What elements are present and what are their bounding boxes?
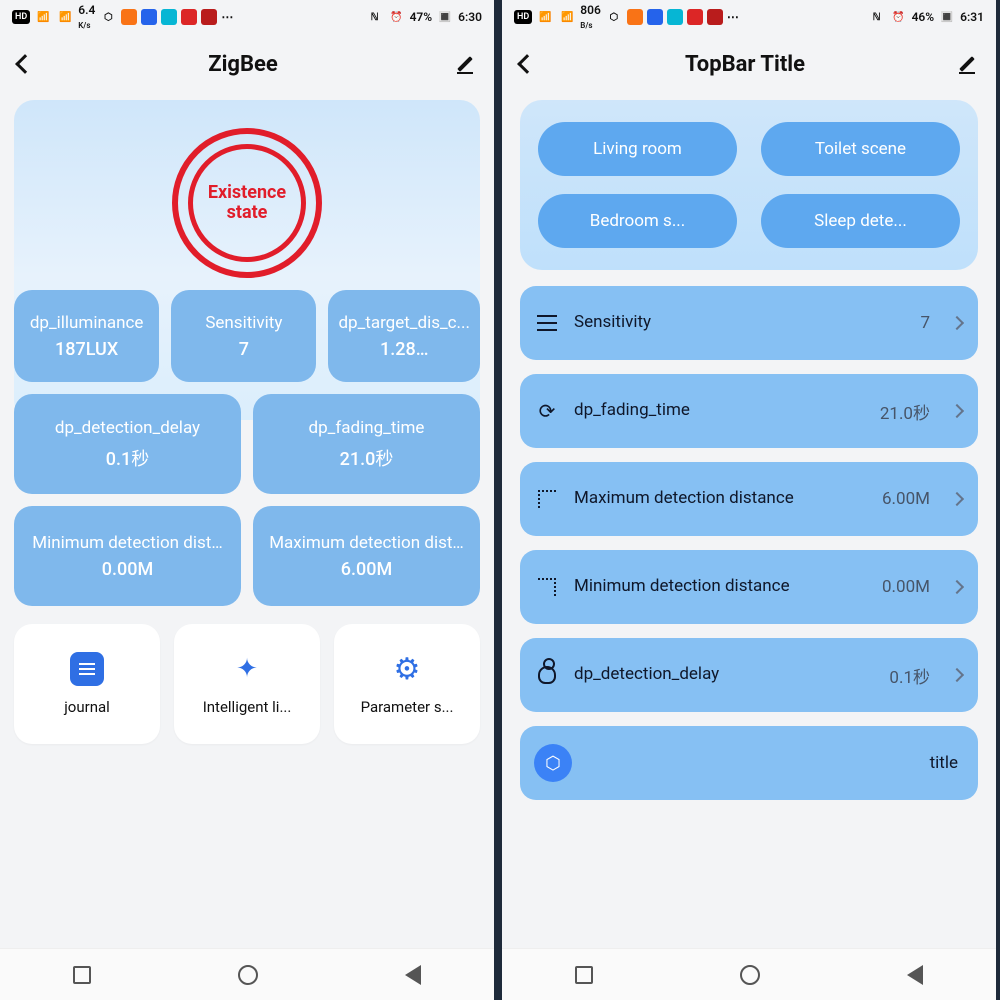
net-rate: 806B/s — [580, 3, 601, 31]
row-detection-delay[interactable]: dp_detection_delay 0.1秒 — [520, 638, 978, 712]
hex-icon: ⬡ — [605, 8, 623, 26]
scene-sleep-detect[interactable]: Sleep dete... — [761, 194, 960, 248]
tile-target-distance[interactable]: dp_target_dis_c... 1.28… — [328, 290, 480, 382]
app-icon-4 — [181, 9, 197, 25]
topbar: ZigBee — [0, 34, 494, 94]
nav-back[interactable] — [907, 965, 923, 985]
scene-card: Living room Toilet scene Bedroom s... Sl… — [520, 100, 978, 270]
refresh-icon: ⟳ — [534, 398, 560, 424]
nav-back[interactable] — [405, 965, 421, 985]
row-sensitivity[interactable]: Sensitivity 7 — [520, 286, 978, 360]
row-fading-time[interactable]: ⟳ dp_fading_time 21.0秒 — [520, 374, 978, 448]
row-min-distance[interactable]: Minimum detection distance 0.00M — [520, 550, 978, 624]
chevron-right-icon — [950, 580, 964, 594]
page-title: TopBar Title — [534, 52, 956, 77]
status-bar: HD 📶 📶 6.4K/s ⬡ ⋯ ℕ ⏰ 47% 🔳 6:30 — [0, 0, 494, 34]
tile-sensitivity[interactable]: Sensitivity 7 — [171, 290, 316, 382]
chevron-right-icon — [950, 668, 964, 682]
android-nav — [0, 948, 494, 1000]
sliders-icon — [534, 310, 560, 336]
app-icon-2 — [141, 9, 157, 25]
app-icon-2 — [647, 9, 663, 25]
tile-max-distance[interactable]: Maximum detection dist… 6.00M — [253, 506, 480, 606]
net-rate: 6.4K/s — [78, 3, 95, 31]
phone-right: HD 📶 📶 806B/s ⬡ ⋯ ℕ ⏰ 46% 🔳 6:31 — [498, 0, 996, 1000]
bottom-cards: journal ✦ Intelligent li... ⚙ Parameter … — [0, 606, 494, 754]
scene-toilet[interactable]: Toilet scene — [761, 122, 960, 176]
nav-recent[interactable] — [575, 966, 593, 984]
phone-left: HD 📶 📶 6.4K/s ⬡ ⋯ ℕ ⏰ 47% 🔳 6:30 — [0, 0, 498, 1000]
clock: 6:31 — [960, 10, 984, 24]
page-title: ZigBee — [32, 52, 454, 77]
battery-icon: 🔳 — [938, 8, 956, 26]
person-icon — [534, 662, 560, 688]
chevron-right-icon — [950, 404, 964, 418]
min-range-icon — [534, 574, 560, 600]
more-icon: ⋯ — [727, 10, 740, 24]
nfc-icon: ℕ — [366, 8, 384, 26]
row-title[interactable]: ⬡ title — [520, 726, 978, 800]
nav-home[interactable] — [740, 965, 760, 985]
app-icon-1 — [121, 9, 137, 25]
settings-list: Sensitivity 7 ⟳ dp_fading_time 21.0秒 Max… — [502, 286, 996, 800]
wifi-icon: 📶 — [558, 8, 576, 26]
hd-badge: HD — [514, 10, 532, 24]
chevron-right-icon — [950, 492, 964, 506]
scene-living-room[interactable]: Living room — [538, 122, 737, 176]
state-label: Existence state — [193, 183, 301, 223]
tile-fading-time[interactable]: dp_fading_time 21.0秒 — [253, 394, 480, 494]
battery-pct: 46% — [912, 10, 935, 24]
alarm-icon: ⏰ — [388, 8, 406, 26]
max-range-icon — [534, 486, 560, 512]
battery-pct: 47% — [410, 10, 433, 24]
nav-recent[interactable] — [73, 966, 91, 984]
wifi-icon: 📶 — [56, 8, 74, 26]
topbar: TopBar Title — [502, 34, 996, 94]
tiles-grid: dp_illuminance 187LUX Sensitivity 7 dp_t… — [0, 290, 494, 606]
hex-icon: ⬡ — [99, 8, 117, 26]
edit-button[interactable] — [454, 53, 476, 75]
network-icon: ✦ — [230, 652, 264, 686]
app-icon-5 — [707, 9, 723, 25]
tile-min-distance[interactable]: Minimum detection dist… 0.00M — [14, 506, 241, 606]
alarm-icon: ⏰ — [890, 8, 908, 26]
status-bar: HD 📶 📶 806B/s ⬡ ⋯ ℕ ⏰ 46% 🔳 6:31 — [502, 0, 996, 34]
edit-button[interactable] — [956, 53, 978, 75]
card-intelligent[interactable]: ✦ Intelligent li... — [174, 624, 320, 744]
app-icon-3 — [667, 9, 683, 25]
nav-home[interactable] — [238, 965, 258, 985]
app-icon-1 — [627, 9, 643, 25]
nfc-icon: ℕ — [868, 8, 886, 26]
hex-button-icon: ⬡ — [534, 744, 572, 782]
clock: 6:30 — [458, 10, 482, 24]
card-journal[interactable]: journal — [14, 624, 160, 744]
app-icon-3 — [161, 9, 177, 25]
row-max-distance[interactable]: Maximum detection distance 6.00M — [520, 462, 978, 536]
gear-icon: ⚙ — [390, 652, 424, 686]
card-parameter[interactable]: ⚙ Parameter s... — [334, 624, 480, 744]
more-icon: ⋯ — [221, 10, 234, 24]
tile-detection-delay[interactable]: dp_detection_delay 0.1秒 — [14, 394, 241, 494]
chevron-right-icon — [950, 316, 964, 330]
signal-icon: 📶 — [536, 8, 554, 26]
android-nav — [502, 948, 996, 1000]
scene-bedroom[interactable]: Bedroom s... — [538, 194, 737, 248]
tile-illuminance[interactable]: dp_illuminance 187LUX — [14, 290, 159, 382]
signal-icon: 📶 — [34, 8, 52, 26]
app-icon-4 — [687, 9, 703, 25]
app-icon-5 — [201, 9, 217, 25]
battery-icon: 🔳 — [436, 8, 454, 26]
journal-icon — [70, 652, 104, 686]
hd-badge: HD — [12, 10, 30, 24]
state-indicator[interactable]: Existence state — [172, 128, 322, 278]
